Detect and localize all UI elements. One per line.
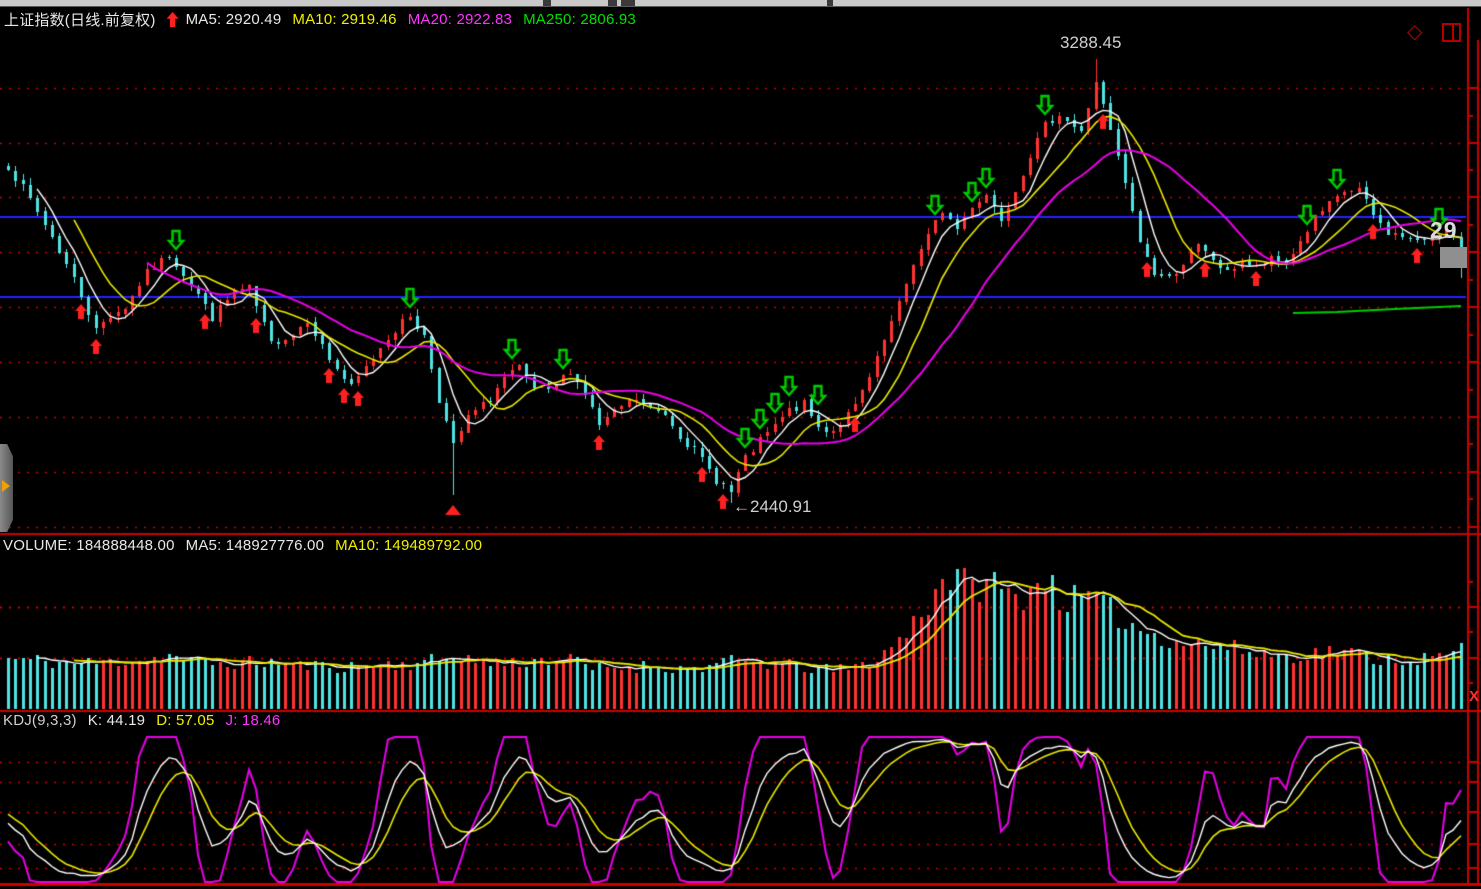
kdj-name: KDJ(9,3,3) [3, 712, 77, 729]
volume-ma10: MA10: 149489792.00 [335, 537, 482, 554]
volume-ma5: MA5: 148927776.00 [186, 537, 325, 554]
last-price-tag: 29 [1430, 217, 1458, 244]
ma5-legend: MA5: 2920.49 [186, 11, 282, 28]
price-tag-box [1440, 247, 1467, 268]
kdj-d-value: D: 57.05 [156, 712, 214, 729]
sidebar-expand-handle[interactable] [0, 444, 13, 532]
main-chart-header: 上证指数(日线.前复权) MA5: 2920.49 MA10: 2919.46 … [4, 9, 636, 30]
expand-arrow-icon [2, 480, 10, 492]
kdj-header: KDJ(9,3,3) K: 44.19 D: 57.05 J: 18.46 [3, 712, 280, 729]
symbol-title: 上证指数(日线.前复权) [4, 9, 156, 30]
ma10-legend: MA10: 2919.46 [292, 11, 396, 28]
low-price-annotation: ←2440.91 [733, 497, 811, 517]
volume-header: VOLUME: 184888448.00 MA5: 148927776.00 M… [3, 537, 482, 554]
stock-chart-app: 上证指数(日线.前复权) MA5: 2920.49 MA10: 2919.46 … [0, 0, 1481, 889]
restore-window-icon[interactable] [1442, 23, 1461, 42]
ma20-legend: MA20: 2922.83 [408, 11, 512, 28]
kdj-k-value: K: 44.19 [88, 712, 145, 729]
up-arrow-icon [167, 12, 179, 27]
volume-value: VOLUME: 184888448.00 [3, 537, 175, 554]
kdj-j-value: J: 18.46 [226, 712, 281, 729]
diamond-icon[interactable]: ◇ [1407, 22, 1422, 42]
close-indicator-button[interactable]: X [1469, 688, 1479, 705]
high-price-annotation: 3288.45 [1060, 33, 1121, 53]
chart-canvas[interactable] [0, 0, 1481, 889]
ma250-legend: MA250: 2806.93 [523, 11, 636, 28]
